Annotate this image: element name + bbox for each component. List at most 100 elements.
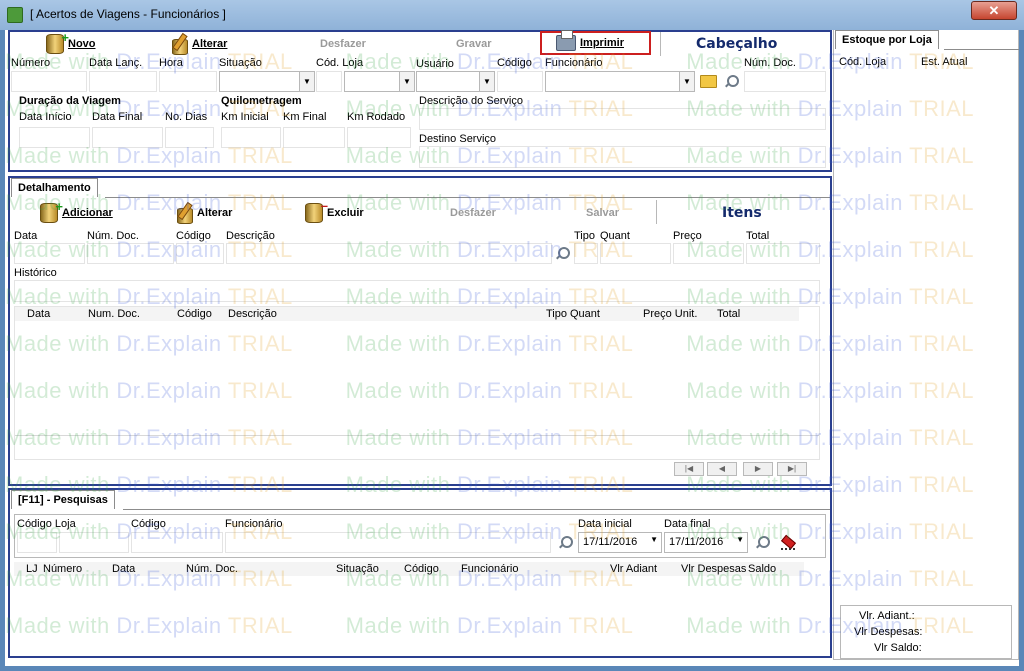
grid-col-data: Data [27, 308, 51, 320]
desfazer-button[interactable]: Desfazer [320, 38, 366, 50]
num-doc-item-field[interactable] [87, 243, 174, 264]
novo-label: Novo [68, 38, 96, 50]
app-icon [7, 7, 23, 23]
chevron-down-icon[interactable]: ▼ [479, 72, 494, 91]
alterar-item-button[interactable]: Alterar [175, 203, 232, 224]
results-col-funcionario: Funcionário [461, 563, 519, 575]
salvar-button[interactable]: Salvar [586, 207, 619, 219]
window-client: + Novo Alterar Desfazer Gravar Imprimir … [5, 30, 1019, 666]
estoque-panel: Estoque por Loja Cód. Loja Est. Atual Vl… [833, 30, 1019, 660]
search-execute-icon[interactable] [755, 536, 770, 550]
usuario-select[interactable]: ▼ [416, 71, 495, 92]
vlr-saldo-label: Vlr Saldo: [874, 642, 922, 654]
data-final-search-label: Data final [664, 518, 711, 530]
no-dias-label: No. Dias [165, 111, 208, 123]
codigo-loja-label: Código Loja [17, 518, 76, 530]
no-dias-field[interactable] [165, 127, 214, 148]
search-icon[interactable] [555, 247, 570, 261]
results-col-numero: Número [43, 563, 83, 575]
itens-section-title: Itens [722, 205, 762, 221]
descricao-servico-field[interactable] [419, 108, 826, 130]
search-codigo-label: Código [131, 518, 166, 530]
results-grid[interactable]: LJ Número Data Núm. Doc. Situação Código… [14, 562, 826, 654]
add-database-icon: + [46, 30, 69, 54]
alterar-button[interactable]: Alterar [170, 34, 227, 55]
chevron-down-icon[interactable]: ▼ [650, 535, 658, 544]
prev-record-button[interactable]: ◀ [707, 462, 737, 476]
pesquisas-panel: [F11] - Pesquisas Código Loja Código Fun… [8, 488, 832, 658]
descricao-label: Descrição [226, 230, 275, 242]
search-icon[interactable] [724, 75, 739, 89]
imprimir-button[interactable]: Imprimir [540, 30, 651, 55]
grid-col-total: Total [717, 308, 741, 320]
loja-select[interactable]: ▼ [344, 71, 415, 92]
descricao-item-field[interactable] [226, 243, 552, 264]
data-lanc-field[interactable] [89, 71, 157, 92]
salvar-label: Salvar [586, 207, 620, 219]
tipo-label: Tipo [574, 230, 595, 242]
data-final-field[interactable] [92, 127, 163, 148]
chevron-down-icon[interactable]: ▼ [736, 535, 744, 544]
codigo-item-field[interactable] [176, 243, 224, 264]
cod-field[interactable] [316, 71, 342, 92]
tab-estoque-por-loja[interactable]: Estoque por Loja [835, 30, 939, 49]
hora-field[interactable] [159, 71, 217, 92]
tab-underline [123, 509, 830, 510]
vlr-adiant-label: Vlr. Adiant.: [859, 610, 915, 622]
edit-icon [170, 34, 188, 55]
items-grid[interactable]: Data Num. Doc. Código Descrição Tipo Qua… [14, 306, 820, 460]
search-loja-field[interactable] [59, 532, 129, 553]
codigo-label: Código [497, 57, 532, 69]
estoque-col-est-atual: Est. Atual [921, 56, 968, 68]
codigo-field[interactable] [497, 71, 543, 92]
desfazer-item-button[interactable]: Desfazer [450, 207, 496, 219]
km-inicial-field[interactable] [221, 127, 281, 148]
search-funcionario-field[interactable] [225, 532, 551, 553]
header-panel: + Novo Alterar Desfazer Gravar Imprimir … [8, 30, 832, 172]
km-final-field[interactable] [283, 127, 345, 148]
km-rodado-field[interactable] [347, 127, 411, 148]
tab-detalhamento[interactable]: Detalhamento [11, 178, 98, 197]
tab-pesquisas[interactable]: [F11] - Pesquisas [11, 490, 115, 509]
data-inicio-field[interactable] [19, 127, 90, 148]
quilometragem-title: Quilometragem [221, 95, 302, 107]
tipo-field[interactable] [574, 243, 598, 264]
last-record-button[interactable]: ▶| [777, 462, 807, 476]
adicionar-button[interactable]: + Adicionar [40, 199, 113, 223]
clear-filter-icon[interactable] [779, 535, 795, 551]
results-col-situacao: Situação [336, 563, 379, 575]
novo-button[interactable]: + Novo [46, 30, 96, 54]
data-inicial-picker[interactable]: 17/11/2016 ▼ [578, 532, 662, 553]
km-inicial-label: Km Inicial [221, 111, 269, 123]
data-final-picker[interactable]: 17/11/2016 ▼ [664, 532, 748, 553]
destino-servico-field[interactable] [419, 146, 826, 168]
numero-field[interactable] [11, 71, 87, 92]
chevron-down-icon[interactable]: ▼ [299, 72, 314, 91]
data-item-field[interactable] [14, 243, 85, 264]
first-record-button[interactable]: |◀ [674, 462, 704, 476]
quant-field[interactable] [600, 243, 671, 264]
estoque-grid[interactable] [837, 70, 1017, 600]
next-record-button[interactable]: ▶ [743, 462, 773, 476]
historico-field[interactable] [14, 280, 820, 302]
search-icon[interactable] [558, 536, 573, 550]
search-codigo-field[interactable] [131, 532, 223, 553]
num-doc-label: Núm. Doc. [744, 57, 796, 69]
title-bar: [ Acertos de Viagens - Funcionários ] ✕ [0, 0, 1024, 30]
funcionario-select[interactable]: ▼ [545, 71, 695, 92]
close-button[interactable]: ✕ [971, 1, 1017, 20]
situacao-select[interactable]: ▼ [219, 71, 315, 92]
chevron-down-icon[interactable]: ▼ [679, 72, 694, 91]
situacao-label: Situação [219, 57, 262, 69]
adicionar-label: Adicionar [62, 207, 113, 219]
excluir-button[interactable]: – Excluir [305, 198, 364, 223]
preco-field[interactable] [673, 243, 744, 264]
window-title: [ Acertos de Viagens - Funcionários ] [30, 7, 226, 21]
funcionario-label: Funcionário [545, 57, 603, 69]
folder-icon[interactable] [700, 75, 717, 88]
gravar-button[interactable]: Gravar [456, 38, 491, 50]
num-doc-field[interactable] [744, 71, 826, 92]
chevron-down-icon[interactable]: ▼ [399, 72, 414, 91]
search-codigo-loja-field[interactable] [17, 532, 57, 553]
total-field[interactable] [746, 243, 820, 264]
